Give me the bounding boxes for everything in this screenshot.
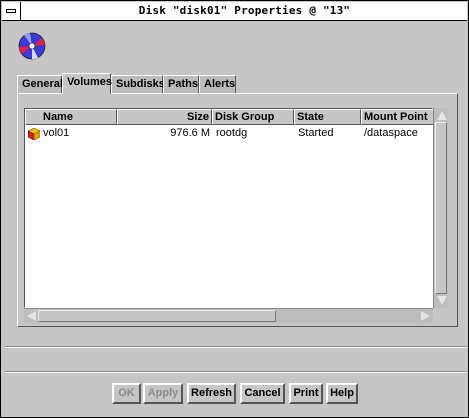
- help-button[interactable]: Help: [326, 383, 358, 404]
- tab-volumes[interactable]: Volumes: [62, 73, 112, 94]
- tab-subdisks[interactable]: Subdisks: [111, 75, 165, 93]
- divider: [5, 371, 466, 373]
- refresh-button[interactable]: Refresh: [187, 383, 236, 404]
- window-title: Disk "disk01" Properties @ "13": [138, 4, 351, 17]
- ok-button[interactable]: OK: [112, 383, 141, 404]
- divider: [5, 346, 466, 348]
- title-bar[interactable]: Disk "disk01" Properties @ "13": [2, 2, 467, 21]
- column-header-size[interactable]: Size: [117, 109, 212, 125]
- horizontal-scroll-thumb[interactable]: [38, 310, 276, 322]
- cell-state: Started: [298, 127, 334, 139]
- column-header-name[interactable]: Name: [25, 109, 117, 125]
- tab-paths[interactable]: Paths: [163, 75, 199, 93]
- column-header-mount-point[interactable]: Mount Point: [361, 109, 434, 125]
- volume-icon: [28, 128, 40, 140]
- table-header: Name Size Disk Group State Mount Point: [25, 109, 434, 125]
- cell-mount-point: /dataspace: [364, 127, 418, 139]
- horizontal-scrollbar[interactable]: [24, 308, 433, 323]
- scroll-down-icon[interactable]: [437, 296, 447, 305]
- cell-name: vol01: [43, 127, 70, 139]
- scroll-right-icon[interactable]: [421, 311, 430, 321]
- disk-icon: [18, 32, 46, 60]
- tab-alerts[interactable]: Alerts: [199, 75, 236, 93]
- volumes-table: Name Size Disk Group State Mount Point v…: [24, 108, 434, 308]
- column-header-state[interactable]: State: [294, 109, 361, 125]
- scroll-left-icon[interactable]: [27, 311, 36, 321]
- window-menu-button[interactable]: [2, 2, 21, 20]
- vertical-scroll-thumb[interactable]: [435, 122, 447, 294]
- window-menu-icon: [6, 9, 16, 13]
- vertical-scrollbar[interactable]: [433, 108, 448, 308]
- cell-disk-group: rootdg: [216, 127, 248, 139]
- cancel-button[interactable]: Cancel: [240, 383, 285, 404]
- scroll-up-icon[interactable]: [437, 111, 447, 120]
- cell-size: 976.6 M: [170, 127, 210, 139]
- column-header-disk-group[interactable]: Disk Group: [212, 109, 294, 125]
- table-row[interactable]: vol01 976.6 M rootdg Started /dataspace: [25, 126, 434, 141]
- apply-button[interactable]: Apply: [143, 383, 183, 404]
- print-button[interactable]: Print: [289, 383, 323, 404]
- properties-window: Disk "disk01" Properties @ "13" General …: [0, 0, 469, 418]
- tab-general[interactable]: General: [17, 75, 63, 93]
